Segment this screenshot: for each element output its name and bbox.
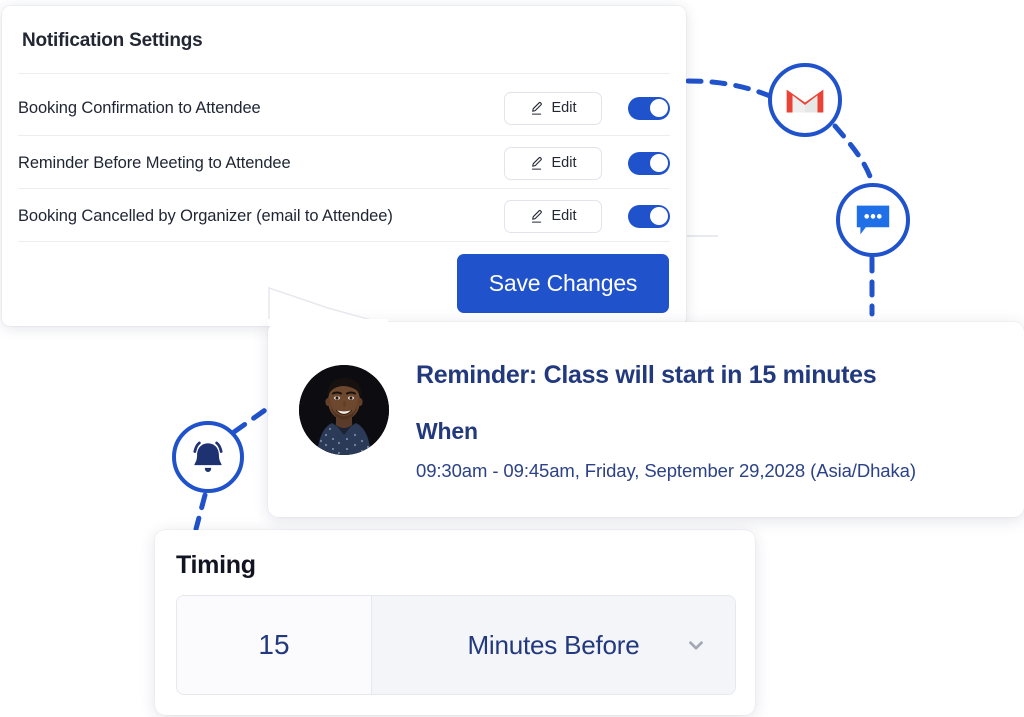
- edit-button-booking-cancelled[interactable]: Edit: [504, 199, 602, 233]
- chat-bubble-icon: [856, 205, 890, 235]
- notification-row-booking-confirmation: Booking Confirmation to Attendee Edit: [18, 82, 670, 134]
- timing-title: Timing: [176, 551, 256, 579]
- gmail-badge[interactable]: [768, 63, 842, 137]
- edit-button-label: Edit: [551, 208, 577, 224]
- bell-badge[interactable]: [172, 421, 244, 493]
- edit-button-label: Edit: [551, 100, 577, 116]
- divider: [18, 135, 670, 136]
- toggle-booking-confirmation[interactable]: [628, 96, 670, 120]
- avatar-photo: [299, 365, 389, 455]
- toggle-reminder-before-meeting[interactable]: [628, 151, 670, 175]
- toggle-knob: [649, 99, 668, 117]
- timing-unit-select[interactable]: Minutes Before: [372, 596, 735, 694]
- edit-button-label: Edit: [551, 155, 577, 171]
- page-title: Notification Settings: [22, 30, 203, 51]
- divider: [18, 73, 670, 74]
- reminder-when-label: When: [416, 418, 478, 444]
- chat-badge[interactable]: [836, 183, 910, 257]
- edit-button-reminder-before-meeting[interactable]: Edit: [504, 146, 602, 180]
- notification-row-booking-cancelled: Booking Cancelled by Organizer (email to…: [18, 190, 670, 242]
- toggle-booking-cancelled[interactable]: [628, 204, 670, 228]
- chevron-down-icon: [689, 641, 703, 650]
- pencil-icon: [531, 156, 542, 170]
- notification-row-label: Booking Cancelled by Organizer (email to…: [18, 206, 393, 225]
- reminder-datetime: 09:30am - 09:45am, Friday, September 29,…: [416, 460, 916, 481]
- gmail-icon: [786, 89, 824, 113]
- notification-settings-card: Notification Settings Booking Confirmati…: [2, 6, 686, 326]
- timing-card: Timing Minutes Before: [155, 530, 755, 715]
- connector-bell-to-reminder: [231, 405, 271, 435]
- divider: [18, 188, 670, 189]
- edge-line-fragment: [687, 235, 718, 237]
- connector-bell-to-timing: [193, 492, 208, 532]
- popup-tail: [268, 286, 388, 326]
- timing-control-group: Minutes Before: [176, 595, 736, 695]
- toggle-knob: [649, 207, 668, 225]
- pencil-icon: [531, 101, 542, 115]
- notification-row-reminder-before-meeting: Reminder Before Meeting to Attendee Edit: [18, 137, 670, 189]
- notification-row-label: Reminder Before Meeting to Attendee: [18, 153, 291, 172]
- edit-button-booking-confirmation[interactable]: Edit: [504, 91, 602, 125]
- reminder-heading: Reminder: Class will start in 15 minutes: [416, 361, 877, 389]
- notification-row-label: Booking Confirmation to Attendee: [18, 98, 261, 117]
- canvas: Notification Settings Booking Confirmati…: [0, 0, 1024, 717]
- bell-icon: [193, 441, 223, 472]
- avatar: [299, 365, 389, 455]
- divider: [18, 241, 670, 242]
- connector-gmail-to-chat: [832, 123, 875, 185]
- save-changes-button[interactable]: Save Changes: [457, 254, 669, 313]
- pencil-icon: [531, 209, 542, 223]
- toggle-knob: [649, 154, 668, 172]
- timing-unit-label: Minutes Before: [467, 629, 640, 660]
- timing-amount-input[interactable]: [177, 596, 372, 694]
- connector-card-to-gmail: [685, 78, 773, 99]
